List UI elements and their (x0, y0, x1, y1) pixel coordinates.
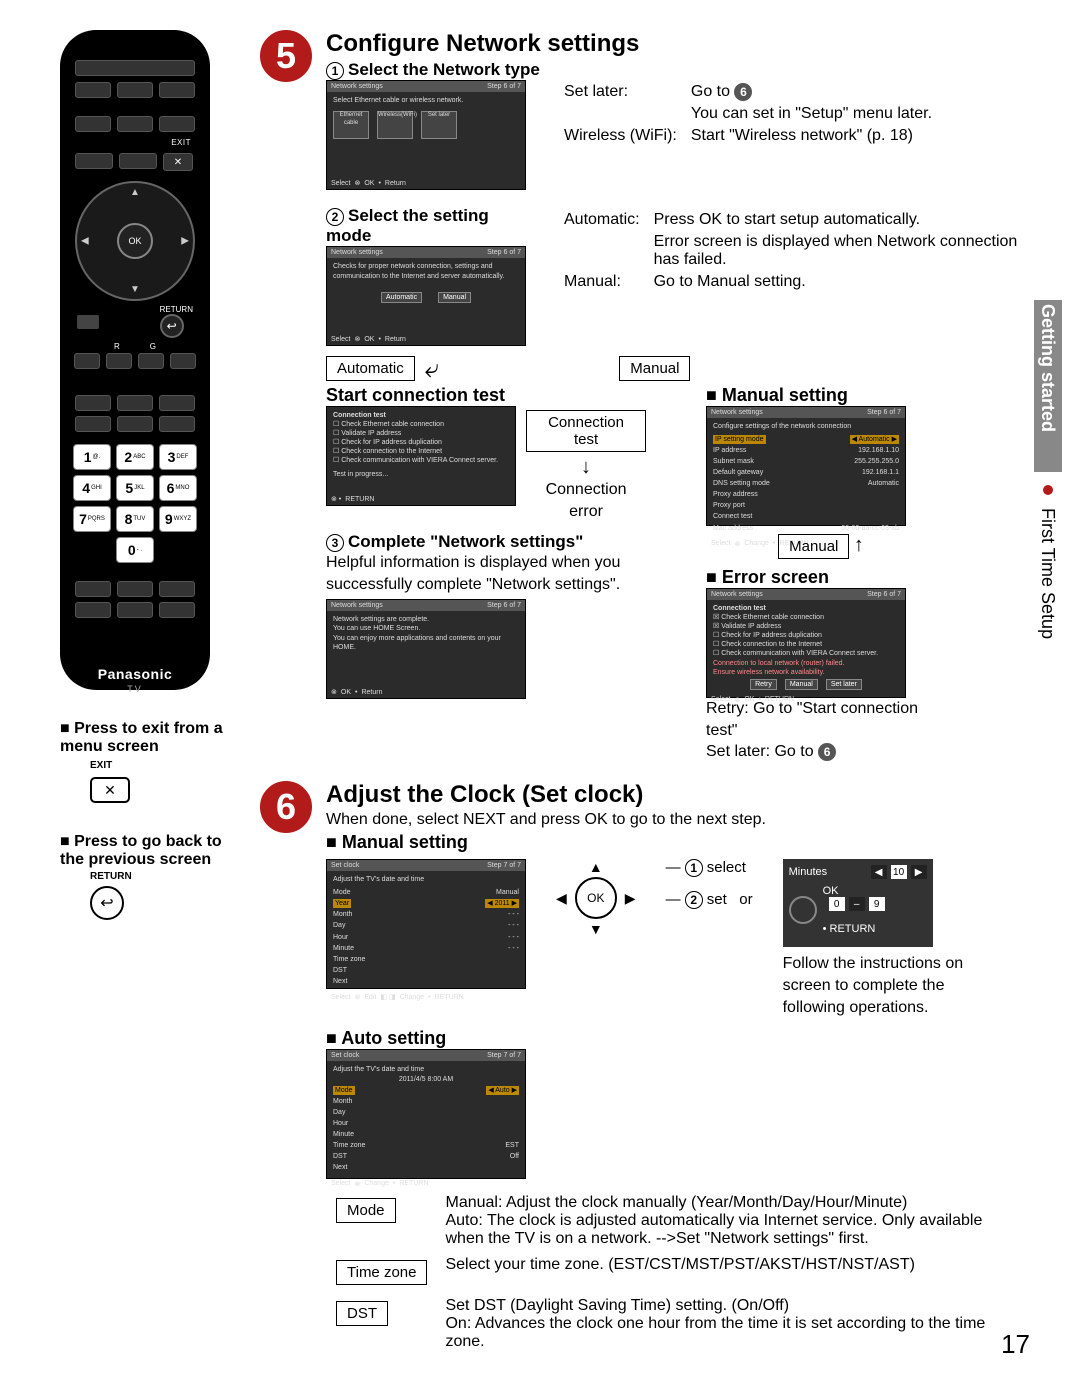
remote-brand: Panasonic (75, 666, 195, 682)
wheel-icon[interactable] (789, 896, 817, 924)
remote-small-button[interactable] (77, 315, 99, 329)
manual-box-2: Manual (778, 534, 849, 559)
nav-or: or (739, 891, 752, 908)
follow-note: Follow the instructions on screen to com… (783, 953, 973, 1018)
mini-error-screen: Network settingsStep 6 of 7 Connection t… (706, 588, 906, 698)
left-exit-small: EXIT (90, 760, 230, 771)
cfg-tz-txt: Select your time zone. (EST/CST/MST/PST/… (437, 1253, 1028, 1292)
step5-badge: 5 (260, 30, 312, 82)
page-number: 17 (1001, 1329, 1030, 1360)
exit-icon[interactable]: ✕ (90, 777, 130, 803)
arrow-right-icon[interactable]: ▶ (181, 236, 189, 247)
start-connection-test: Start connection test (326, 385, 646, 406)
remote-key-5[interactable]: 5JKL (116, 475, 154, 501)
remote-key-1[interactable]: 1@. (73, 444, 111, 470)
cfg-dst-txt: Set DST (Daylight Saving Time) setting. … (437, 1294, 1028, 1354)
step5-mode-table: Automatic:Press OK to start setup automa… (556, 208, 1030, 294)
step6-ms-head: Manual setting (326, 832, 1030, 853)
side-tab-dot (1043, 485, 1053, 495)
step6-sub: When done, select NEXT and press OK to g… (326, 809, 1030, 831)
manual-setting-head: Manual setting (706, 385, 936, 406)
remote-dpad[interactable]: ▲ ▼ ◀ ▶ OK (75, 181, 195, 301)
step6-badge: 6 (260, 781, 312, 833)
cfg-tz-box: Time zone (336, 1260, 427, 1285)
remote-key-6[interactable]: 6MNO (159, 475, 197, 501)
error-screen-head: Error screen (706, 567, 936, 588)
arrow-down-icon: ⤶ (425, 353, 440, 385)
remote-key-8[interactable]: 8TUV (116, 506, 154, 532)
remote-key-9[interactable]: 9WXYZ (159, 506, 197, 532)
mini-connection-test: Connection test ☐ Check Ethernet cable c… (326, 406, 516, 506)
minutes-panel: Minutes ◀10▶ OK 0–9 • RETURN (783, 859, 933, 947)
es-setlater: Set later: Go to 6 (706, 741, 936, 763)
nav-cross: ▲ ◀ OK ▶ ▼ (556, 859, 636, 1018)
connection-error2: error (526, 501, 646, 523)
remote-color-g[interactable] (106, 353, 132, 369)
remote-r-label: R (114, 342, 120, 351)
step6-title: Adjust the Clock (Set clock) (326, 781, 1030, 809)
step5-sub3: Complete "Network settings" (348, 532, 583, 551)
mini-setclock-manual: Set clockStep 7 of 7 Adjust the TV's dat… (326, 859, 526, 989)
es-retry: Retry: Go to "Start connection test" (706, 698, 936, 741)
left-return-small: RETURN (90, 871, 230, 882)
remote-illustration: EXIT ✕ ▲ ▼ ◀ ▶ OK RETURN ↩ (60, 30, 210, 690)
remote-color-y[interactable] (138, 353, 164, 369)
remote-color-r[interactable] (74, 353, 100, 369)
remote-key-0[interactable]: 0- . (116, 537, 154, 563)
remote-key-3[interactable]: 3DEF (159, 444, 197, 470)
mini-complete: Network settingsStep 6 of 7 Network sett… (326, 599, 526, 699)
side-tab: Getting started First Time Setup (1031, 290, 1064, 649)
manual-box: Manual (619, 356, 690, 381)
connection-error1: Connection (526, 479, 646, 501)
remote-tv-label: TV (75, 684, 195, 694)
remote-g-label: G (150, 342, 156, 351)
arrow-left-icon[interactable]: ◀ (81, 236, 89, 247)
step5-title: Configure Network settings (326, 30, 1030, 58)
arrow-down-icon[interactable]: ▼ (130, 284, 140, 295)
ok-ring-icon[interactable]: OK (575, 877, 617, 919)
remote-key-7[interactable]: 7PQRS (73, 506, 111, 532)
remote-exit-label: EXIT (75, 138, 191, 147)
remote-color-b[interactable] (170, 353, 196, 369)
arrow-up-icon[interactable]: ▲ (130, 187, 140, 198)
nav-set: set (707, 891, 727, 908)
side-tab-first: First Time Setup (1038, 508, 1058, 639)
side-tab-getting: Getting started (1034, 300, 1062, 472)
return-icon[interactable]: ↩ (90, 886, 124, 920)
mini-setclock-auto: Set clockStep 7 of 7 Adjust the TV's dat… (326, 1049, 526, 1179)
cfg-dst-box: DST (336, 1301, 388, 1326)
step5-setlater-table: Set later:Go to 6 You can set in "Setup"… (556, 80, 940, 148)
step5-s3-text: Helpful information is displayed when yo… (326, 552, 646, 595)
step5-sub1: Select the Network type (348, 60, 540, 79)
remote-key-4[interactable]: 4GHI (73, 475, 111, 501)
remote-exit-button[interactable]: ✕ (163, 153, 193, 171)
remote-key-2[interactable]: 2ABC (116, 444, 154, 470)
remote-ok-button[interactable]: OK (117, 223, 153, 259)
step5-sub2: Select the setting mode (326, 206, 489, 245)
nav-select: select (707, 859, 746, 876)
step6-as-head: Auto setting (326, 1028, 1030, 1049)
remote-numpad: 1@. 2ABC 3DEF 4GHI 5JKL 6MNO 7PQRS 8TUV … (75, 444, 195, 563)
mini-setting-mode: Network settingsStep 6 of 7 Checks for p… (326, 246, 526, 346)
connection-test-box: Connection test (526, 410, 646, 452)
step6-config-table: Mode Manual: Adjust the clock manually (… (326, 1189, 1030, 1356)
cfg-mode-box: Mode (336, 1198, 396, 1223)
mini-network-type: Network settingsStep 6 of 7 Select Ether… (326, 80, 526, 190)
mini-manual-setting: Network settingsStep 6 of 7 Configure se… (706, 406, 906, 526)
cfg-mode-txt: Manual: Adjust the clock manually (Year/… (437, 1191, 1028, 1251)
left-back-note: Press to go back to the previous screen (60, 833, 230, 869)
remote-return-label: RETURN (160, 305, 193, 314)
automatic-box: Automatic (326, 356, 415, 381)
remote-return-button[interactable]: ↩ (160, 314, 184, 338)
left-exit-note: Press to exit from a menu screen (60, 720, 230, 756)
